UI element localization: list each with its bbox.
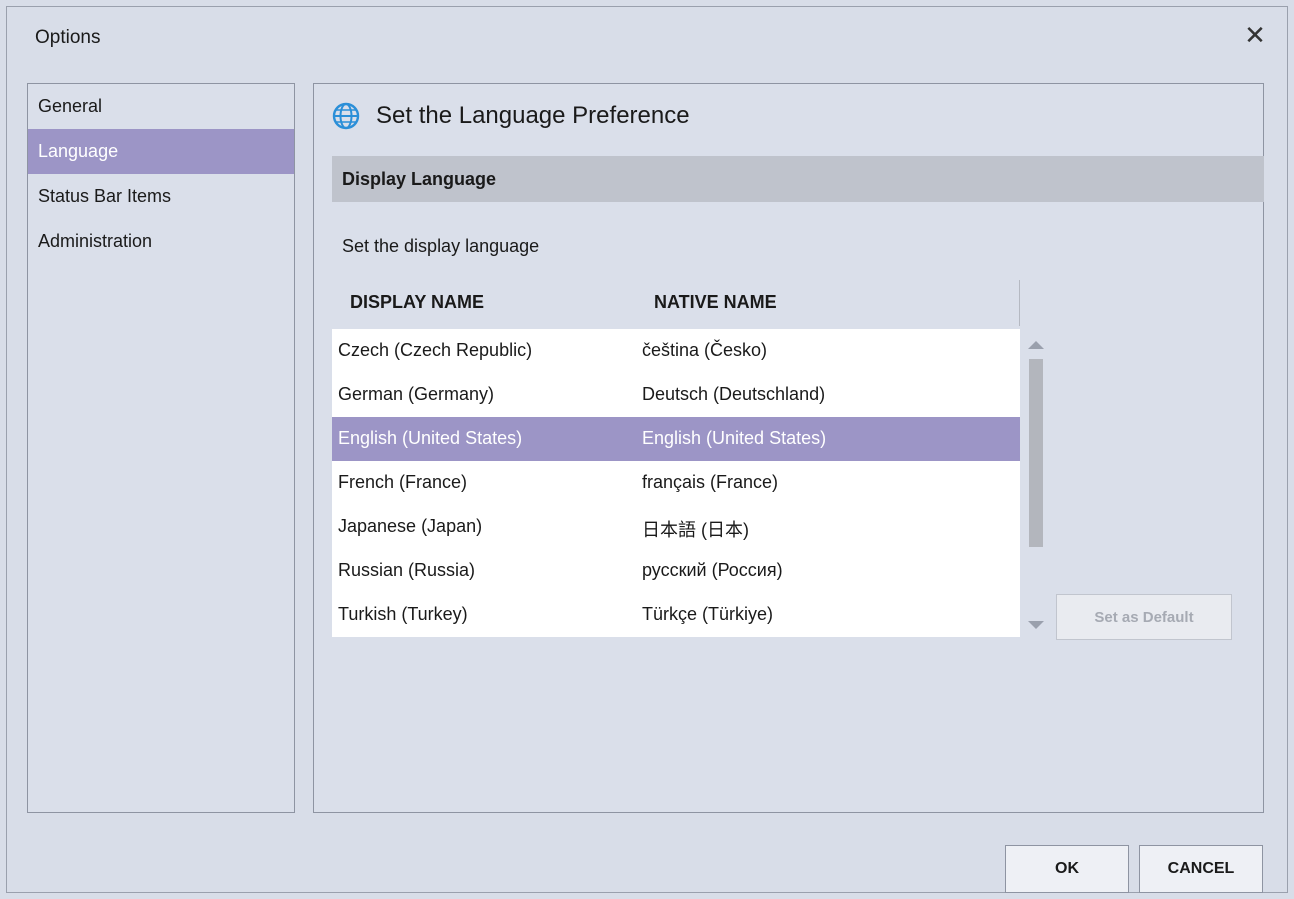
sidebar: General Language Status Bar Items Admini… xyxy=(27,83,295,813)
table-header: DISPLAY NAME NATIVE NAME xyxy=(332,280,1020,326)
native-name-cell: français (France) xyxy=(642,472,779,492)
table-row[interactable]: French (France) français (France) xyxy=(332,461,1020,505)
cancel-button[interactable]: CANCEL xyxy=(1139,845,1263,893)
table-row[interactable]: Japanese (Japan) 日本語 (日本) xyxy=(332,505,1020,549)
section-title: Display Language xyxy=(332,156,1264,202)
language-table: Czech (Czech Republic) čeština (Česko) G… xyxy=(332,329,1020,637)
close-icon[interactable]: ✕ xyxy=(1241,20,1269,50)
sidebar-item-general[interactable]: General xyxy=(28,84,294,129)
panel-heading: Set the Language Preference xyxy=(332,102,690,130)
sidebar-item-language[interactable]: Language xyxy=(28,129,294,174)
column-header-display-name[interactable]: DISPLAY NAME xyxy=(350,292,484,313)
scroll-down-arrow-icon[interactable] xyxy=(1028,621,1044,629)
native-name-cell: 日本語 (日本) xyxy=(642,520,749,540)
set-as-default-button[interactable]: Set as Default xyxy=(1056,594,1232,640)
language-panel: Set the Language Preference Display Lang… xyxy=(313,83,1264,813)
scrollbar-thumb[interactable] xyxy=(1029,359,1043,547)
native-name-cell: English (United States) xyxy=(642,428,827,448)
ok-button[interactable]: OK xyxy=(1005,845,1129,893)
panel-heading-text: Set the Language Preference xyxy=(376,102,690,129)
options-dialog: Options ✕ General Language Status Bar It… xyxy=(6,6,1288,893)
native-name-cell: čeština (Česko) xyxy=(642,340,768,360)
native-name-cell: Deutsch (Deutschland) xyxy=(642,384,826,404)
table-row[interactable]: Turkish (Turkey) Türkçe (Türkiye) xyxy=(332,593,1020,637)
table-row[interactable]: Czech (Czech Republic) čeština (Česko) xyxy=(332,329,1020,373)
table-row[interactable]: German (Germany) Deutsch (Deutschland) xyxy=(332,373,1020,417)
column-header-native-name[interactable]: NATIVE NAME xyxy=(654,292,777,313)
display-name-cell: Turkish (Turkey) xyxy=(338,604,468,624)
display-name-cell: French (France) xyxy=(338,472,468,492)
display-name-cell: Czech (Czech Republic) xyxy=(338,340,533,360)
table-scrollbar[interactable] xyxy=(1024,329,1048,637)
display-name-cell: English (United States) xyxy=(338,428,523,448)
sidebar-item-administration[interactable]: Administration xyxy=(28,219,294,264)
native-name-cell: Türkçe (Türkiye) xyxy=(642,604,774,624)
table-row[interactable]: Russian (Russia) русский (Россия) xyxy=(332,549,1020,593)
display-name-cell: Japanese (Japan) xyxy=(338,516,483,536)
display-name-cell: Russian (Russia) xyxy=(338,560,476,580)
sidebar-item-status-bar-items[interactable]: Status Bar Items xyxy=(28,174,294,219)
section-description: Set the display language xyxy=(342,236,540,256)
display-name-cell: German (Germany) xyxy=(338,384,495,404)
globe-icon xyxy=(332,102,360,130)
table-row-selected[interactable]: English (United States) English (United … xyxy=(332,417,1020,461)
native-name-cell: русский (Россия) xyxy=(642,560,783,580)
scroll-up-arrow-icon[interactable] xyxy=(1028,341,1044,349)
dialog-title: Options xyxy=(35,27,101,48)
